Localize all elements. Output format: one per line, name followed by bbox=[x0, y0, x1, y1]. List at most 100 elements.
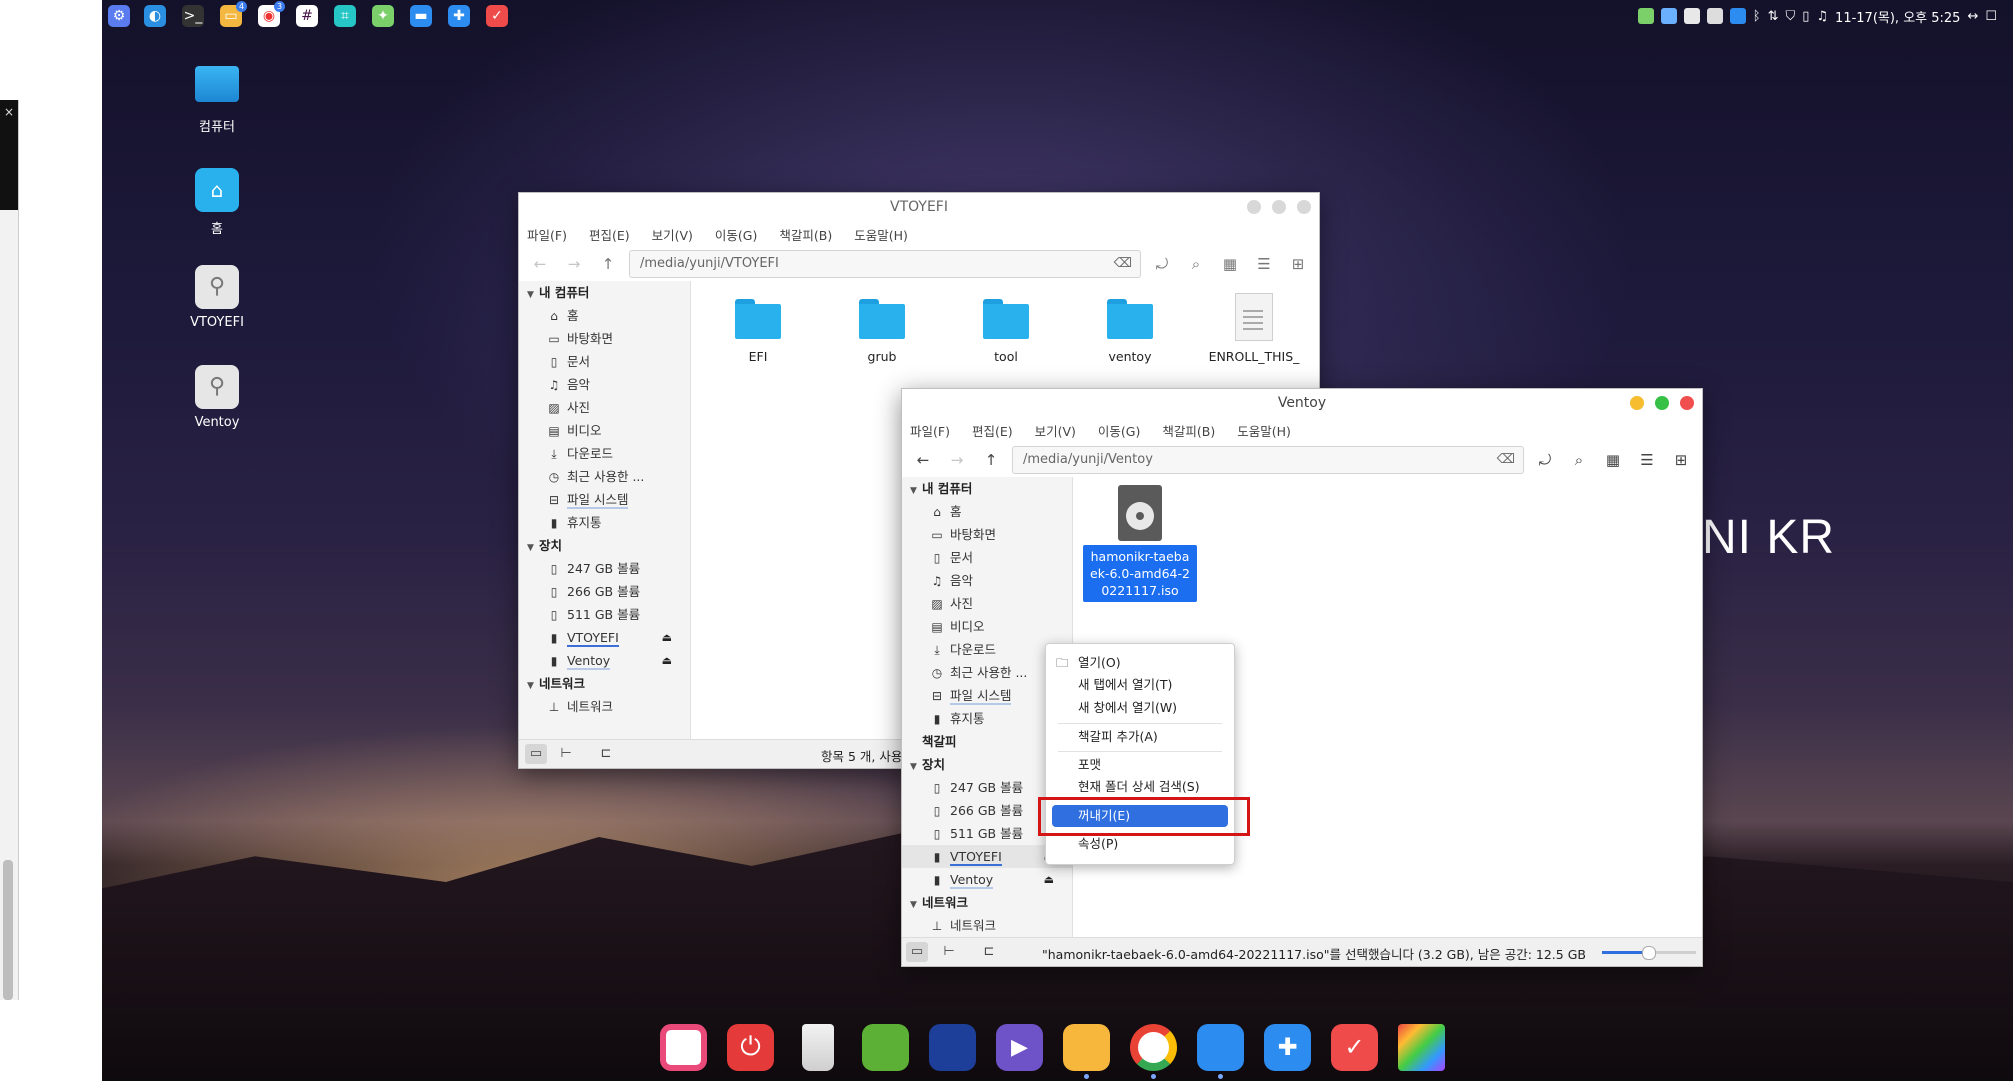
file-item-tool[interactable]: tool bbox=[958, 299, 1054, 364]
ctx-format[interactable]: 포맷 bbox=[1046, 754, 1234, 776]
software-center-icon[interactable]: ▬ bbox=[410, 5, 432, 27]
file-item-iso[interactable]: hamonikr-taebaek-6.0-amd64-20221117.iso bbox=[1083, 485, 1197, 602]
close-button[interactable] bbox=[1297, 200, 1311, 214]
up-arrow-icon[interactable]: ↑ bbox=[978, 447, 1004, 473]
trash-icon[interactable] bbox=[802, 1024, 834, 1071]
list-view-icon[interactable]: ☰ bbox=[1251, 251, 1277, 277]
menu-go[interactable]: 이동(G) bbox=[1098, 421, 1140, 440]
compact-view-icon[interactable]: ⊞ bbox=[1668, 447, 1694, 473]
window-title[interactable]: Ventoy bbox=[902, 389, 1702, 417]
sidebar-item-music[interactable]: ♫ 음악 bbox=[519, 373, 690, 396]
window-title[interactable]: VTOYEFI bbox=[519, 193, 1319, 221]
sidebar-section-computer[interactable]: ▼ 내 컴퓨터 bbox=[902, 477, 1072, 500]
media-player-icon[interactable]: ▶ bbox=[996, 1024, 1043, 1071]
clear-location-icon[interactable]: ⌫ bbox=[1114, 251, 1132, 277]
sidebar-item-volume-247[interactable]: ▯ 247 GB 볼륨 bbox=[519, 557, 690, 580]
menu-edit[interactable]: 편집(E) bbox=[589, 225, 630, 244]
ctx-open-new-tab[interactable]: 새 탭에서 열기(T) bbox=[1046, 674, 1234, 696]
up-arrow-icon[interactable]: ↑ bbox=[595, 251, 621, 277]
desktop-icon-vtoyefi[interactable]: ⚲ VTOYEFI bbox=[167, 265, 267, 330]
minimize-button[interactable] bbox=[1247, 200, 1261, 214]
ctx-properties[interactable]: 속성(P) bbox=[1046, 833, 1234, 855]
menu-file[interactable]: 파일(F) bbox=[527, 225, 567, 244]
power-icon[interactable]: ⏻ bbox=[727, 1024, 774, 1071]
tree-view-icon[interactable]: ⊢ bbox=[938, 942, 960, 962]
rainbow-icon[interactable] bbox=[1398, 1024, 1445, 1071]
ctx-open-new-window[interactable]: 새 창에서 열기(W) bbox=[1046, 697, 1234, 719]
sidebar-item-filesystem[interactable]: ⊟ 파일 시스템 bbox=[519, 488, 690, 511]
menu-go[interactable]: 이동(G) bbox=[715, 225, 757, 244]
sidebar-section-computer[interactable]: ▼ 내 컴퓨터 bbox=[519, 281, 690, 304]
folder-icon[interactable]: ▭ 4 bbox=[220, 1, 247, 27]
screenshot-icon[interactable]: ⌗ bbox=[334, 5, 356, 27]
tray-ime-icon[interactable] bbox=[1683, 8, 1700, 24]
compact-view-icon[interactable]: ⊞ bbox=[1285, 251, 1311, 277]
menu-view[interactable]: 보기(V) bbox=[1035, 421, 1076, 440]
close-button[interactable] bbox=[1680, 396, 1694, 410]
settings-icon[interactable]: ⚙ bbox=[108, 5, 130, 27]
sidebar-item-recent[interactable]: ◷ 최근 사용한 ... bbox=[519, 465, 690, 488]
network-icon[interactable]: ⇅ bbox=[1768, 9, 1779, 24]
video-app-icon[interactable] bbox=[660, 1024, 707, 1071]
battery-icon[interactable]: ▯ bbox=[1802, 9, 1809, 24]
eject-icon[interactable]: ⏏ bbox=[662, 649, 672, 672]
tray-update-icon[interactable] bbox=[1729, 8, 1746, 24]
toggle-location-icon[interactable]: ⤾ bbox=[1532, 447, 1558, 473]
sidebar-section-network[interactable]: ▼ 네트워크 bbox=[519, 672, 690, 695]
sidebar-item-home[interactable]: ⌂ 홈 bbox=[902, 500, 1072, 523]
extensions-icon[interactable]: ✚ bbox=[1264, 1024, 1311, 1071]
terminal-icon[interactable]: >_ bbox=[182, 5, 204, 27]
scrollbar-thumb[interactable] bbox=[3, 860, 13, 1000]
location-bar[interactable]: /media/yunji/Ventoy ⌫ bbox=[1012, 446, 1524, 474]
desktop-icon-ventoy[interactable]: ⚲ Ventoy bbox=[167, 365, 267, 430]
todo-icon[interactable]: ✓ bbox=[486, 5, 508, 27]
menu-help[interactable]: 도움말(H) bbox=[854, 225, 908, 244]
menu-view[interactable]: 보기(V) bbox=[652, 225, 693, 244]
shield-icon[interactable]: ⛉ bbox=[1785, 9, 1795, 24]
extensions-icon[interactable]: ✚ bbox=[448, 5, 470, 27]
search-icon[interactable]: ⌕ bbox=[1566, 447, 1592, 473]
maximize-button[interactable] bbox=[1655, 396, 1669, 410]
sidebar-item-pictures[interactable]: ▨ 사진 bbox=[902, 592, 1072, 615]
maximize-button[interactable] bbox=[1272, 200, 1286, 214]
file-item-efi[interactable]: EFI bbox=[710, 299, 806, 364]
sidebar-item-network[interactable]: ⊥ 네트워크 bbox=[519, 695, 690, 718]
forward-arrow-icon[interactable]: → bbox=[561, 251, 587, 277]
eject-icon[interactable]: ⏏ bbox=[662, 626, 672, 649]
chrome-icon[interactable]: ◉ 3 bbox=[258, 1, 285, 27]
sidebar-item-desktop[interactable]: ▭ 바탕화면 bbox=[902, 523, 1072, 546]
sidebar-item-music[interactable]: ♫ 음악 bbox=[902, 569, 1072, 592]
menu-bookmarks[interactable]: 책갈피(B) bbox=[779, 225, 832, 244]
libreoffice-calc-icon[interactable] bbox=[862, 1024, 909, 1071]
music-icon[interactable]: ♫ bbox=[1816, 9, 1828, 24]
ctx-search-folder[interactable]: 현재 폴더 상세 검색(S) bbox=[1046, 776, 1234, 798]
desktop-icon-home[interactable]: ⌂ 홈 bbox=[167, 168, 267, 237]
slack-icon[interactable]: # bbox=[296, 5, 318, 27]
menu-edit[interactable]: 편집(E) bbox=[972, 421, 1013, 440]
chrome-icon[interactable] bbox=[1130, 1024, 1177, 1079]
forward-arrow-icon[interactable]: → bbox=[944, 447, 970, 473]
eject-icon[interactable]: ⏏ bbox=[1044, 868, 1054, 891]
sidebar-item-desktop[interactable]: ▭ 바탕화면 bbox=[519, 327, 690, 350]
rainbow-icon[interactable]: ✦ bbox=[372, 5, 394, 27]
back-arrow-icon[interactable]: ← bbox=[527, 251, 553, 277]
sidebar-item-network[interactable]: ⊥ 네트워크 bbox=[902, 914, 1072, 937]
desktop-icon-computer[interactable]: 컴퓨터 bbox=[167, 66, 267, 135]
file-item-ventoy[interactable]: ventoy bbox=[1082, 299, 1178, 364]
sidebar-item-documents[interactable]: ▯ 문서 bbox=[519, 350, 690, 373]
menu-file[interactable]: 파일(F) bbox=[910, 421, 950, 440]
notifications-icon[interactable]: ☐ bbox=[1985, 9, 1997, 24]
icon-view-icon[interactable]: ▦ bbox=[1217, 251, 1243, 277]
sidebar-item-documents[interactable]: ▯ 문서 bbox=[902, 546, 1072, 569]
sidebar-section-devices[interactable]: ▼ 장치 bbox=[519, 534, 690, 557]
left-scrollbar[interactable] bbox=[0, 100, 19, 1000]
sidebar-section-network[interactable]: ▼ 네트워크 bbox=[902, 891, 1072, 914]
tray-chat-icon[interactable] bbox=[1660, 8, 1677, 24]
tray-app-icon[interactable] bbox=[1637, 8, 1654, 24]
arrows-icon[interactable]: ↔ bbox=[1967, 9, 1978, 24]
back-arrow-icon[interactable]: ← bbox=[910, 447, 936, 473]
zoom-slider-handle[interactable] bbox=[1642, 946, 1656, 960]
sidebar-item-downloads[interactable]: ⤓ 다운로드 bbox=[519, 442, 690, 465]
sidebar-item-home[interactable]: ⌂ 홈 bbox=[519, 304, 690, 327]
tree-view-icon[interactable]: ⊢ bbox=[555, 744, 577, 764]
